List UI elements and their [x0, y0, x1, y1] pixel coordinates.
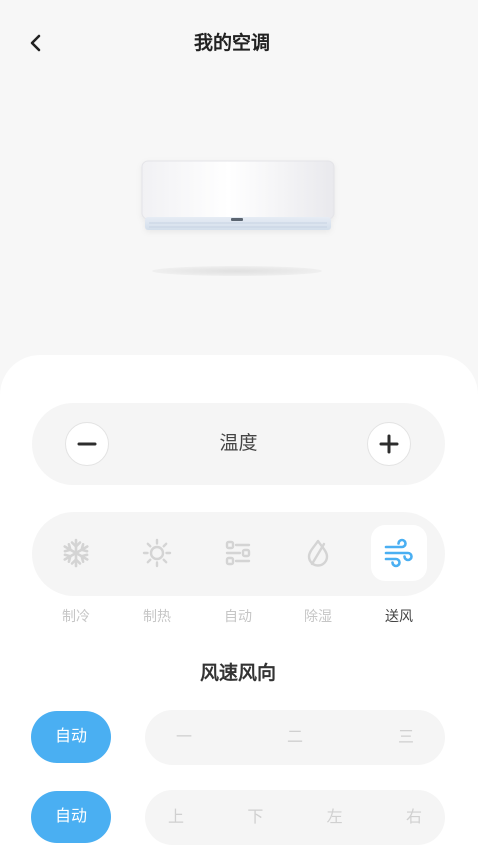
ac-display — [231, 218, 243, 221]
fan-direction-option[interactable]: 右 — [394, 790, 434, 845]
device-shadow — [152, 266, 322, 276]
fan-speed-options: 一 二 三 — [145, 710, 445, 765]
sliders-icon — [225, 540, 251, 566]
mode-label: 送风 — [385, 608, 413, 624]
fan-section-title: 风速风向 — [199, 663, 276, 684]
mode-dehumidify[interactable]: 除湿 — [278, 525, 358, 629]
fan-direction-auto-button[interactable]: 自动 — [31, 791, 111, 843]
mode-label: 除湿 — [304, 608, 332, 624]
mode-fan[interactable]: 送风 — [359, 525, 439, 629]
plus-icon — [379, 434, 399, 454]
air-conditioner-icon — [141, 160, 335, 230]
fan-direction-option[interactable]: 下 — [235, 790, 275, 845]
snowflake-icon — [63, 538, 89, 568]
sun-icon — [142, 538, 172, 568]
control-panel: 温度 制冷 制热 自动 除湿 送风 风速风向 自动 一 二 三 自动 上 下 左… — [0, 355, 478, 850]
mode-tile — [48, 525, 104, 581]
mode-tile — [290, 525, 346, 581]
mode-label: 制冷 — [62, 608, 90, 624]
page-title: 我的空调 — [193, 33, 270, 54]
fan-direction-options: 上 下 左 右 — [145, 790, 445, 845]
mode-cool[interactable]: 制冷 — [36, 525, 116, 629]
mode-tile — [129, 525, 185, 581]
mode-tile — [210, 525, 266, 581]
increase-temperature-button[interactable] — [367, 422, 411, 466]
ac-control-screen: 我的空调 温度 制冷 制热 自动 除湿 送风 风速风向 自动 一 二 三 自动 … — [0, 0, 478, 850]
fan-speed-option[interactable]: 三 — [386, 710, 426, 765]
mode-tile — [371, 525, 427, 581]
mode-label: 制热 — [143, 608, 171, 624]
mode-auto[interactable]: 自动 — [198, 525, 278, 629]
fan-speed-auto-button[interactable]: 自动 — [31, 711, 111, 763]
fan-speed-option[interactable]: 一 — [164, 710, 204, 765]
mode-label: 自动 — [224, 608, 252, 624]
drop-slash-icon — [307, 539, 329, 567]
mode-heat[interactable]: 制热 — [117, 525, 197, 629]
fan-speed-option[interactable]: 二 — [275, 710, 315, 765]
ac-body — [141, 160, 335, 220]
fan-direction-option[interactable]: 上 — [156, 790, 196, 845]
temperature-control: 温度 — [32, 403, 445, 485]
wind-icon — [384, 538, 413, 568]
fan-direction-option[interactable]: 左 — [315, 790, 355, 845]
